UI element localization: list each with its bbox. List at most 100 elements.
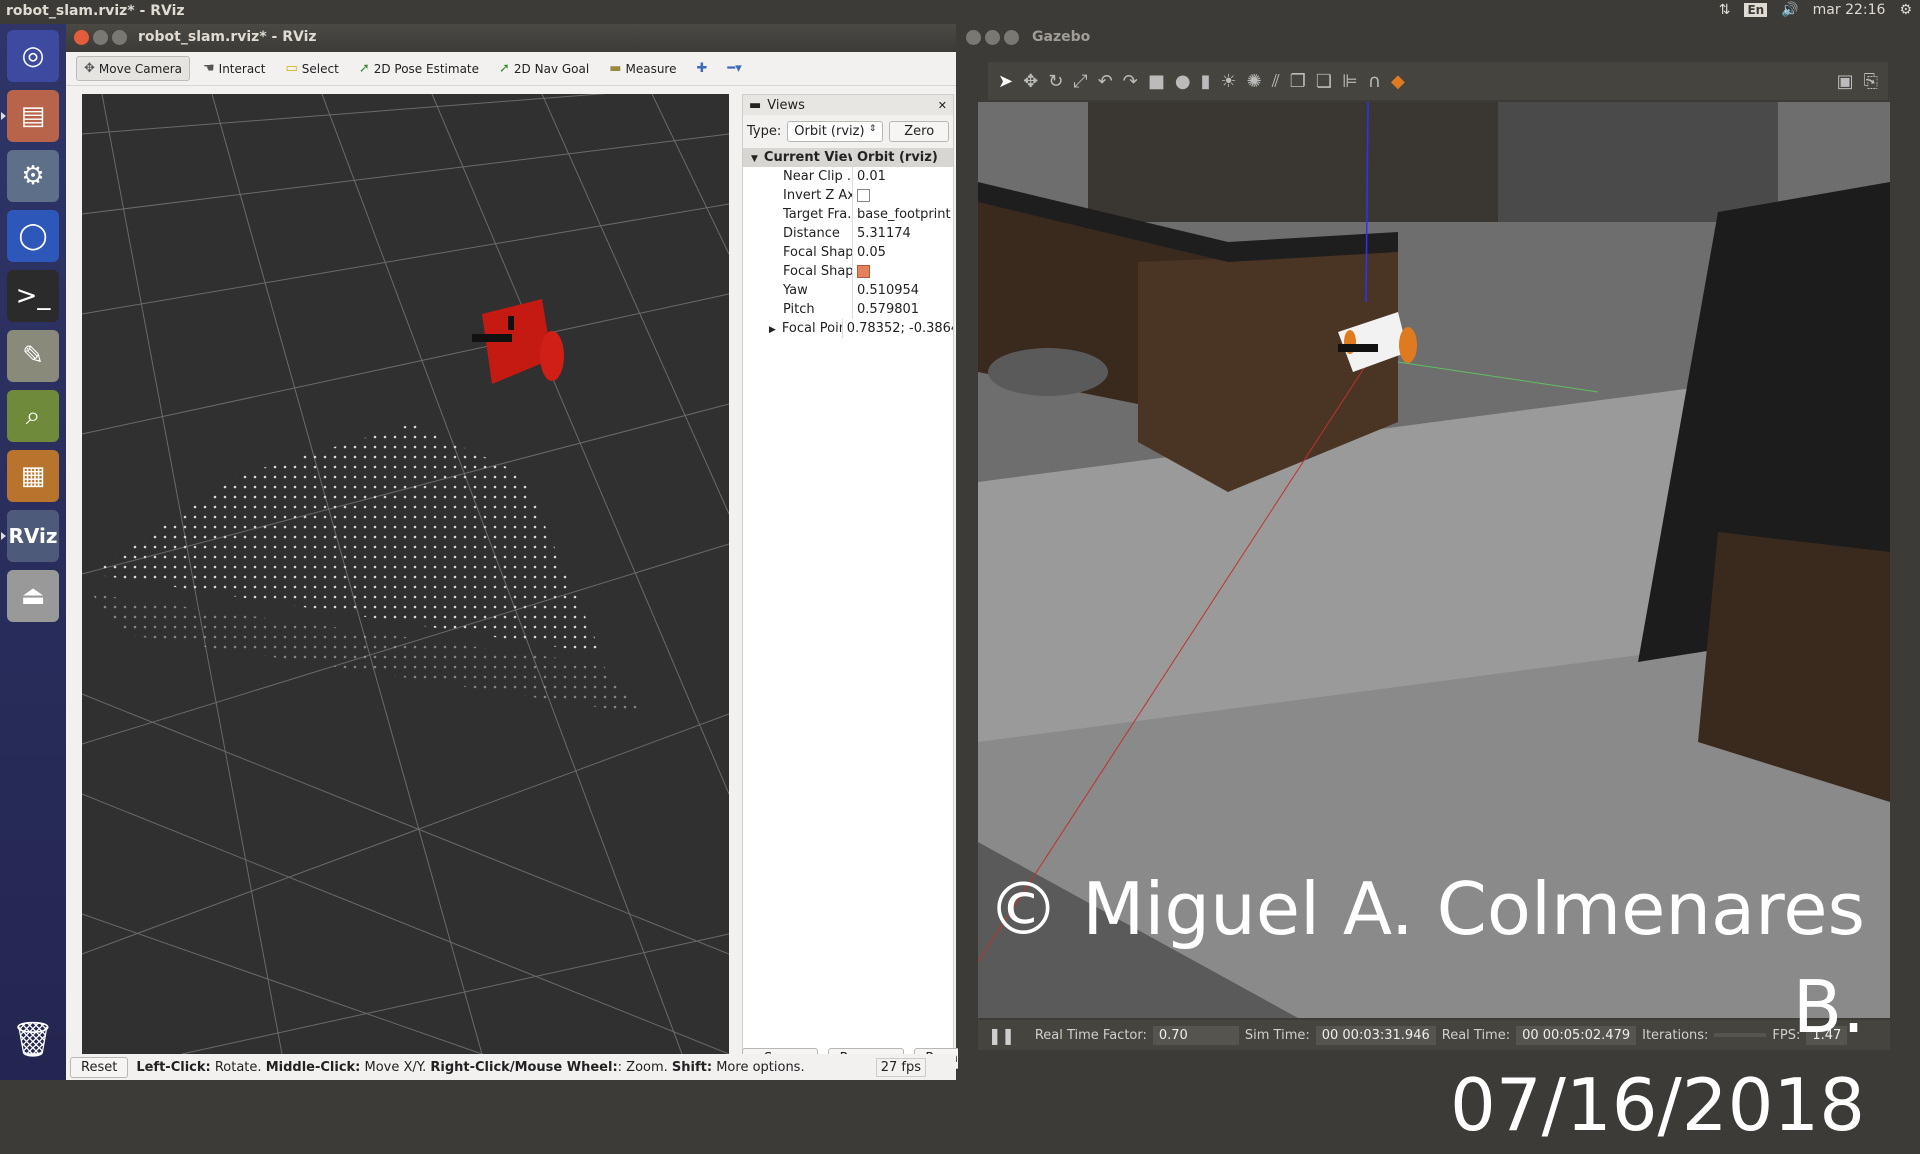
- usb-drive-icon[interactable]: ⏏: [7, 570, 59, 622]
- type-label: Type:: [747, 124, 782, 139]
- invert-z-checkbox[interactable]: [857, 189, 870, 202]
- rviz-toolbar: ✥ Move Camera ☚ Interact ▭ Select ➚ 2D Pose …: [66, 52, 956, 86]
- close-icon[interactable]: ✕: [938, 99, 947, 112]
- property-value[interactable]: 0.05: [853, 245, 886, 260]
- hint-key: Right-Click/Mouse Wheel:: [430, 1059, 618, 1075]
- paste-icon[interactable]: ❏: [1316, 71, 1332, 92]
- launcher: ◎ ▤ ⚙ ◯ >_ ✎ ⌕ ▦ RViz ⏏ 🗑: [0, 24, 66, 1080]
- browser-icon[interactable]: ◯: [7, 210, 59, 262]
- property-value[interactable]: base_footprint: [853, 207, 951, 222]
- maximize-icon[interactable]: [112, 30, 127, 45]
- spot-light-icon[interactable]: ⫽: [1272, 71, 1280, 92]
- view-type-select[interactable]: Orbit (rviz) ⇕: [787, 121, 884, 142]
- gear-icon[interactable]: ⚙: [1899, 2, 1912, 18]
- close-icon[interactable]: [74, 30, 89, 45]
- property-row[interactable]: ▶ Focal Point0.78352; -0.3864...: [743, 319, 953, 338]
- interact-tool[interactable]: ☚ Interact: [196, 57, 272, 80]
- package-icon[interactable]: ▦: [7, 450, 59, 502]
- redo-icon[interactable]: ↷: [1123, 71, 1138, 92]
- record-icon[interactable]: ⎘: [1864, 71, 1878, 92]
- property-value: Orbit (rviz): [857, 150, 938, 165]
- point-light-icon[interactable]: ✺: [1247, 71, 1262, 92]
- property-value[interactable]: 0.510954: [853, 283, 919, 298]
- property-row[interactable]: Yaw 0.510954: [743, 281, 953, 300]
- property-value[interactable]: 0.01: [853, 169, 886, 184]
- views-title: Views: [767, 97, 805, 113]
- hand-icon: ☚: [203, 61, 215, 76]
- camera-icon[interactable]: ▣: [1837, 71, 1854, 92]
- network-icon[interactable]: ⇅: [1719, 2, 1731, 18]
- translate-icon[interactable]: ✥: [1023, 71, 1038, 92]
- files-icon[interactable]: ▤: [1, 90, 59, 142]
- trash-icon[interactable]: 🗑: [7, 1014, 59, 1066]
- rviz-titlebar: robot_slam.rviz* - RViz: [66, 24, 956, 52]
- select-tool[interactable]: ▭ Select: [278, 57, 345, 80]
- rviz-3d-viewport[interactable]: [82, 94, 729, 1054]
- pose-estimate-tool[interactable]: ➚ 2D Pose Estimate: [352, 57, 486, 80]
- scale-icon[interactable]: ⤢: [1073, 71, 1087, 92]
- select-arrow-icon[interactable]: ➤: [998, 71, 1013, 92]
- collapse-icon[interactable]: ▼: [751, 154, 758, 164]
- rviz-window: robot_slam.rviz* - RViz ✥ Move Camera ☚ In…: [66, 24, 990, 1080]
- close-icon[interactable]: [966, 30, 981, 45]
- rviz-status-bar: Reset Left-Click: Rotate. Middle-Click: …: [66, 1054, 956, 1080]
- maximize-icon[interactable]: [1004, 30, 1019, 45]
- watermark-date: 07/16/2018: [1450, 1063, 1865, 1147]
- settings-icon[interactable]: ⚙: [7, 150, 59, 202]
- text-editor-icon[interactable]: ✎: [7, 330, 59, 382]
- property-row[interactable]: Target Fra... base_footprint: [743, 205, 953, 224]
- sphere-icon[interactable]: ●: [1175, 71, 1191, 92]
- image-viewer-icon[interactable]: ⌕: [7, 390, 59, 442]
- align-icon[interactable]: ⊫: [1342, 71, 1358, 92]
- grid-scene: [82, 94, 729, 1054]
- volume-icon[interactable]: 🔊: [1781, 2, 1798, 18]
- remove-tool-button[interactable]: ━▾: [720, 57, 748, 80]
- view-angle-icon[interactable]: ◆: [1391, 71, 1405, 92]
- box-icon[interactable]: ■: [1148, 71, 1165, 92]
- current-view-row[interactable]: ▼ Current View Orbit (rviz): [743, 148, 953, 167]
- fps-readout: 27 fps: [875, 1057, 926, 1077]
- sun-icon[interactable]: ☀: [1221, 71, 1237, 92]
- property-value[interactable]: 5.31174: [853, 226, 911, 241]
- property-value[interactable]: 0.78352; -0.3864...: [843, 321, 953, 336]
- ubuntu-dash-icon[interactable]: ◎: [7, 30, 59, 82]
- top-panel: robot_slam.rviz* - RViz ⇅ En 🔊 mar 22:16…: [0, 0, 1920, 24]
- hint-text: More options.: [716, 1059, 805, 1075]
- property-row[interactable]: Pitch 0.579801: [743, 300, 953, 319]
- nav-goal-tool[interactable]: ➚ 2D Nav Goal: [492, 57, 596, 80]
- add-tool-button[interactable]: ✚: [689, 57, 714, 80]
- magnet-icon[interactable]: ∩: [1368, 71, 1381, 92]
- property-row[interactable]: Distance 5.31174: [743, 224, 953, 243]
- property-key: Yaw: [743, 281, 853, 300]
- robot-model[interactable]: [472, 299, 564, 384]
- cylinder-icon[interactable]: ▮: [1201, 71, 1211, 92]
- measure-tool[interactable]: ▬ Measure: [602, 57, 683, 80]
- property-row[interactable]: Focal Shap...: [743, 262, 953, 281]
- clock[interactable]: mar 22:16: [1813, 2, 1886, 18]
- hint-text: Rotate.: [214, 1059, 262, 1075]
- keyboard-layout-indicator[interactable]: En: [1744, 3, 1768, 17]
- reset-button[interactable]: Reset: [70, 1056, 129, 1078]
- property-value[interactable]: 0.579801: [853, 302, 919, 317]
- arrow-icon: ➚: [499, 61, 510, 76]
- undo-icon[interactable]: ↶: [1098, 71, 1113, 92]
- zero-button[interactable]: Zero: [889, 121, 949, 142]
- tool-label: Interact: [218, 61, 266, 76]
- minimize-icon[interactable]: [985, 30, 1000, 45]
- rviz-icon[interactable]: RViz: [1, 510, 59, 562]
- copy-icon[interactable]: ❐: [1290, 71, 1306, 92]
- tool-label: 2D Pose Estimate: [373, 61, 480, 76]
- minimize-icon[interactable]: [93, 30, 108, 45]
- expand-icon[interactable]: ▶: [769, 325, 776, 335]
- property-row[interactable]: Invert Z Axis: [743, 186, 953, 205]
- rotate-icon[interactable]: ↻: [1048, 71, 1063, 92]
- property-row[interactable]: Focal Shap...0.05: [743, 243, 953, 262]
- tool-label: Select: [301, 61, 339, 76]
- focal-shape-checkbox[interactable]: [857, 265, 870, 278]
- select-box-icon: ▭: [285, 61, 298, 76]
- property-row[interactable]: Near Clip ... 0.01: [743, 167, 953, 186]
- hint-key: Left-Click:: [136, 1059, 211, 1075]
- move-camera-tool[interactable]: ✥ Move Camera: [76, 56, 190, 81]
- terminal-icon[interactable]: >_: [7, 270, 59, 322]
- watermark-line: © Miguel A. Colmenares B.: [987, 867, 1865, 1049]
